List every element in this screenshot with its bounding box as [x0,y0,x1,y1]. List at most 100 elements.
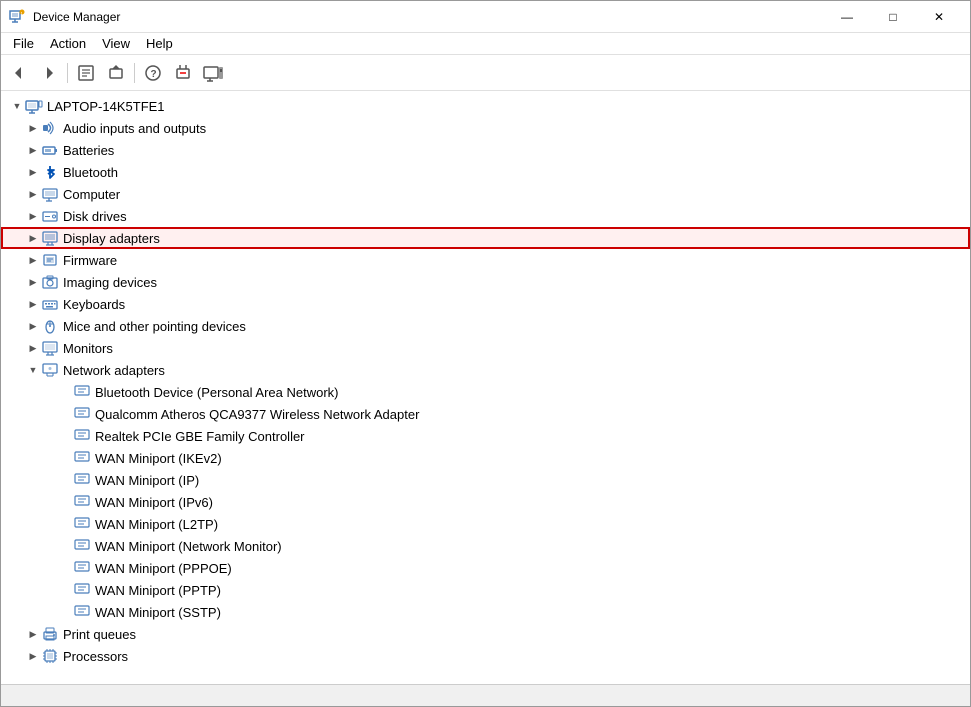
monitors-icon [41,339,59,357]
root-expand[interactable]: ▼ [9,98,25,114]
svg-text:!: ! [21,10,22,15]
display-expand[interactable]: ▶ [25,230,41,246]
disk-label: Disk drives [63,209,127,224]
computer-label: Computer [63,187,120,202]
wan-pptp-label: WAN Miniport (PPTP) [95,583,221,598]
audio-label: Audio inputs and outputs [63,121,206,136]
minimize-button[interactable]: — [824,1,870,33]
main-content: ▼ LAPTOP-14K5TFE1 ▶ [1,91,970,684]
tree-item-keyboards[interactable]: ▶ Keyboards [1,293,970,315]
imaging-expand[interactable]: ▶ [25,274,41,290]
forward-button[interactable] [35,59,63,87]
tree-item-wan-ip[interactable]: ▶ WAN Miniport (IP) [1,469,970,491]
wan-l2tp-icon [73,515,91,533]
tree-item-computer[interactable]: ▶ Computer [1,183,970,205]
mice-label: Mice and other pointing devices [63,319,246,334]
tree-item-processors[interactable]: ▶ [1,645,970,667]
wan-sstp-label: WAN Miniport (SSTP) [95,605,221,620]
realtek-icon [73,427,91,445]
imaging-icon [41,273,59,291]
close-button[interactable]: ✕ [916,1,962,33]
tree-root[interactable]: ▼ LAPTOP-14K5TFE1 [1,95,970,117]
disk-icon [41,207,59,225]
tree-item-monitors[interactable]: ▶ Monitors [1,337,970,359]
app-icon: ! [9,9,25,25]
tree-item-imaging[interactable]: ▶ Imaging devices [1,271,970,293]
bluetooth-expand[interactable]: ▶ [25,164,41,180]
status-bar [1,684,970,706]
audio-icon [41,119,59,137]
firmware-expand[interactable]: ▶ [25,252,41,268]
menu-view[interactable]: View [94,34,138,53]
print-expand[interactable]: ▶ [25,626,41,642]
tree-item-disk[interactable]: ▶ Disk drives [1,205,970,227]
back-button[interactable] [5,59,33,87]
keyboards-expand[interactable]: ▶ [25,296,41,312]
toolbar: ? [1,55,970,91]
toolbar-sep-1 [67,63,68,83]
tree-item-bluetooth[interactable]: ▶ Bluetooth [1,161,970,183]
tree-item-wan-l2tp[interactable]: ▶ WAN Miniport (L2TP) [1,513,970,535]
network-icon [41,361,59,379]
wan-ip-icon [73,471,91,489]
tree-item-qualcomm[interactable]: ▶ Qualcomm Atheros QCA9377 Wireless Netw… [1,403,970,425]
device-tree[interactable]: ▼ LAPTOP-14K5TFE1 ▶ [1,91,970,684]
tree-item-wan-ipv6[interactable]: ▶ WAN Miniport (IPv6) [1,491,970,513]
tree-item-realtek[interactable]: ▶ Realtek PCIe GBE Family Controller [1,425,970,447]
toolbar-sep-2 [134,63,135,83]
bt-net-label: Bluetooth Device (Personal Area Network) [95,385,339,400]
monitors-expand[interactable]: ▶ [25,340,41,356]
tree-item-wan-pppoe[interactable]: ▶ WAN Miniport (PPPOE) [1,557,970,579]
uninstall-button[interactable] [169,59,197,87]
firmware-icon [41,251,59,269]
tree-item-bt-net[interactable]: ▶ Bluetooth Device (Personal Area Networ… [1,381,970,403]
tree-item-batteries[interactable]: ▶ Batteries [1,139,970,161]
tree-item-wan-pptp[interactable]: ▶ WAN Miniport (PPTP) [1,579,970,601]
wan-pptp-icon [73,581,91,599]
batteries-expand[interactable]: ▶ [25,142,41,158]
tree-item-display[interactable]: ▶ Display adapters [1,227,970,249]
tree-item-wan-sstp[interactable]: ▶ WAN Miniport (SSTP) [1,601,970,623]
window-title: Device Manager [33,10,824,24]
help-button[interactable]: ? [139,59,167,87]
tree-item-audio[interactable]: ▶ Audio inputs and outputs [1,117,970,139]
menu-file[interactable]: File [5,34,42,53]
bluetooth-label: Bluetooth [63,165,118,180]
tree-item-print[interactable]: ▶ Print queues [1,623,970,645]
update-driver-button[interactable] [102,59,130,87]
root-icon [25,97,43,115]
title-bar: ! Device Manager — □ ✕ [1,1,970,33]
mice-expand[interactable]: ▶ [25,318,41,334]
processors-label: Processors [63,649,128,664]
menu-help[interactable]: Help [138,34,181,53]
computer-expand[interactable]: ▶ [25,186,41,202]
network-expand[interactable]: ▼ [25,362,41,378]
device-manager-window: ! Device Manager — □ ✕ File Action View … [0,0,971,707]
processors-expand[interactable]: ▶ [25,648,41,664]
print-label: Print queues [63,627,136,642]
qualcomm-icon [73,405,91,423]
properties-button[interactable] [72,59,100,87]
print-icon [41,625,59,643]
root-label: LAPTOP-14K5TFE1 [47,99,165,114]
show-hidden-button[interactable] [199,59,227,87]
menu-action[interactable]: Action [42,34,94,53]
display-label: Display adapters [63,231,160,246]
tree-item-firmware[interactable]: ▶ Firmware [1,249,970,271]
tree-item-network[interactable]: ▼ Network adapters [1,359,970,381]
tree-item-mice[interactable]: ▶ Mice and other pointing devices [1,315,970,337]
batteries-label: Batteries [63,143,114,158]
keyboards-icon [41,295,59,313]
window-controls: — □ ✕ [824,1,962,33]
wan-sstp-icon [73,603,91,621]
audio-expand[interactable]: ▶ [25,120,41,136]
network-label: Network adapters [63,363,165,378]
maximize-button[interactable]: □ [870,1,916,33]
disk-expand[interactable]: ▶ [25,208,41,224]
tree-item-wan-netmon[interactable]: ▶ WAN Miniport (Network Monitor) [1,535,970,557]
computer-icon [41,185,59,203]
wan-ikev2-icon [73,449,91,467]
tree-item-wan-ikev2[interactable]: ▶ WAN Miniport (IKEv2) [1,447,970,469]
bluetooth-icon [41,163,59,181]
firmware-label: Firmware [63,253,117,268]
